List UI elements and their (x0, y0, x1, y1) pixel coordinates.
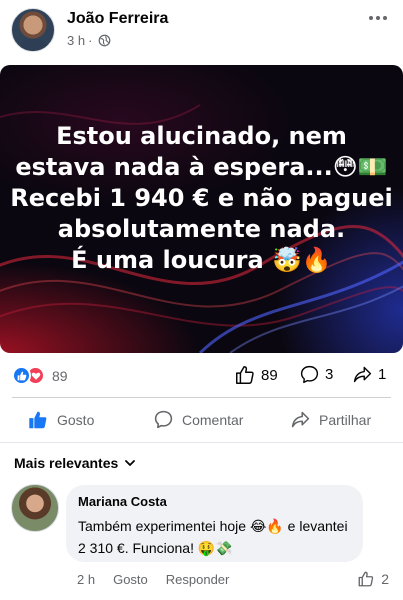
like-button[interactable]: Gosto (27, 409, 94, 431)
comment-icon (300, 365, 319, 384)
share-icon (291, 411, 310, 428)
share-button[interactable]: Partilhar (290, 409, 371, 430)
like-label: Gosto (57, 412, 95, 428)
like-icon (236, 366, 254, 384)
more-options-button[interactable] (363, 6, 393, 30)
comment-likes[interactable]: 2 (357, 570, 389, 588)
divider (12, 397, 391, 398)
commenter-name[interactable]: Mariana Costa (78, 494, 167, 509)
post-actions: Gosto Comentar Partilhar (0, 403, 403, 439)
comments-count: 3 (325, 366, 334, 383)
share-label: Partilhar (319, 411, 372, 428)
comment-meta: 2 h Gosto Responder (77, 572, 229, 587)
post-image[interactable]: Estou alucinado, nem estava nada à esper… (0, 65, 403, 353)
comment-like-link[interactable]: Gosto (113, 572, 148, 587)
comment-label: Comentar (182, 411, 244, 428)
more-icon (369, 16, 387, 20)
comment-reply-link[interactable]: Responder (166, 572, 230, 587)
post-text-line: Recebi 1 940 € e não paguei (10, 184, 393, 212)
shares-count: 1 (378, 366, 387, 383)
reactions-bar: 89 89 3 1 (0, 362, 403, 390)
meta-separator: · (88, 33, 93, 48)
post-image-text: Estou alucinado, nem estava nada à esper… (0, 121, 403, 276)
likes-stat[interactable]: 89 (234, 364, 278, 386)
like-icon (29, 411, 47, 429)
post-text-line: absolutamente nada. (57, 215, 346, 243)
shares-stat[interactable]: 1 (352, 364, 386, 385)
comment-text: Também experimentei hoje 😂🔥 e levantei 2… (78, 518, 348, 556)
comments-stat[interactable]: 3 (299, 364, 333, 385)
globe-icon (99, 34, 111, 47)
like-icon (358, 571, 374, 587)
sort-label: Mais relevantes (14, 455, 119, 471)
reaction-icons[interactable] (12, 366, 48, 386)
like-icon (12, 366, 31, 385)
author-avatar[interactable] (11, 8, 55, 52)
post-text-line: Estou alucinado, nem (56, 122, 347, 150)
post-time[interactable]: 3 h (67, 33, 85, 48)
commenter-avatar[interactable] (11, 484, 59, 532)
comment-button[interactable]: Comentar (153, 409, 243, 430)
comment-bubble: Mariana Costa Também experimentei hoje 😂… (66, 485, 363, 562)
chevron-down-icon (125, 460, 136, 466)
comment-likes-count: 2 (381, 571, 389, 587)
comment-time[interactable]: 2 h (77, 572, 95, 587)
author-name[interactable]: João Ferreira (67, 10, 168, 28)
post-text-line: estava nada à espera...😳💵 (15, 153, 388, 181)
comment-sort-dropdown[interactable]: Mais relevantes (14, 455, 136, 471)
post-meta: 3 h · (67, 33, 111, 48)
comment-icon (154, 410, 173, 429)
post-header: João Ferreira 3 h · (0, 0, 403, 62)
share-icon (353, 366, 372, 383)
section-divider (0, 442, 403, 443)
reaction-count[interactable]: 89 (52, 368, 68, 384)
likes-count: 89 (261, 366, 278, 384)
post-text-line: É uma loucura 🤯🔥 (71, 246, 332, 274)
